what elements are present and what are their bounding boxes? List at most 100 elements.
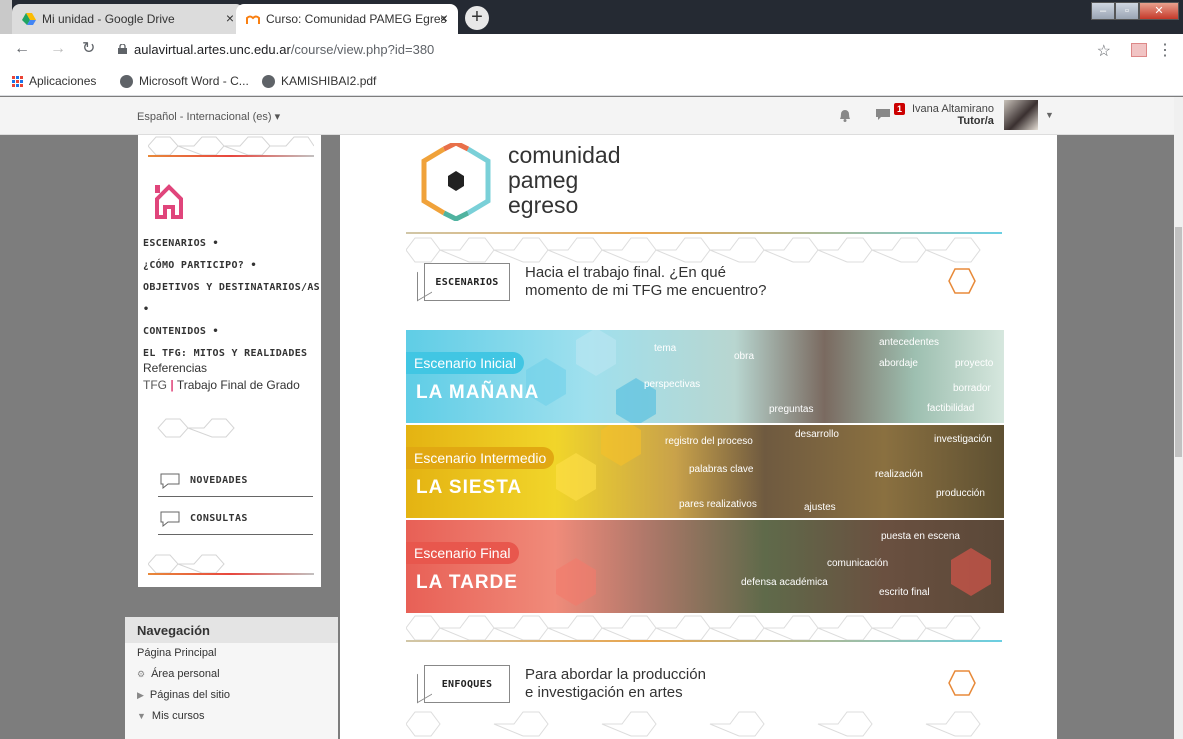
course-main-panel: comunidad pameg egreso ESCENARIOS Hacia … <box>340 135 1057 739</box>
escenarios-description: Hacia el trabajo final. ¿En qué momento … <box>525 264 767 300</box>
menu-kebab-icon[interactable]: ⋮ <box>1157 40 1173 60</box>
escenarios-button[interactable]: ESCENARIOS <box>424 263 510 301</box>
bookmark-apps[interactable]: Aplicaciones <box>12 74 96 88</box>
divider-line <box>406 232 1002 234</box>
moodle-top-bar: Español - Internacional (es) ▾ 1 Ivana A… <box>0 97 1183 135</box>
menu-item-como-participo[interactable]: ¿CÓMO PARTICIPO? • <box>143 255 321 277</box>
novedades-label: NOVEDADES <box>190 475 248 486</box>
avatar[interactable] <box>1004 100 1038 130</box>
banner-title: LA SIESTA <box>416 477 523 498</box>
separator-bar: | <box>170 378 174 392</box>
keyword: escrito final <box>879 587 930 598</box>
extension-icon[interactable] <box>1131 43 1147 57</box>
language-selector[interactable]: Español - Internacional (es) ▾ <box>137 110 280 123</box>
nav-mis-cursos[interactable]: ▼ Mis cursos <box>125 706 338 727</box>
nav-area-personal[interactable]: ⚙ Área personal <box>125 664 338 685</box>
banner-siesta[interactable]: Escenario Intermedio LA SIESTA registro … <box>406 425 1004 518</box>
speech-bubble-icon <box>160 473 180 489</box>
keyword: palabras clave <box>689 464 754 475</box>
logo-line: pameg <box>508 167 579 193</box>
speech-bubble-icon <box>160 511 180 527</box>
novedades-link[interactable]: NOVEDADES <box>158 469 313 497</box>
nav-label: Mis cursos <box>151 710 205 722</box>
keyword: ajustes <box>804 502 836 513</box>
menu-item-objetivos[interactable]: OBJETIVOS Y DESTINATARIOS/AS • <box>143 277 321 321</box>
keyword: comunicación <box>827 558 889 569</box>
hexagon-pattern <box>406 615 981 641</box>
keyword: pares realizativos <box>679 499 757 510</box>
chevron-down-icon[interactable]: ▼ <box>1045 110 1054 120</box>
notification-bell-icon[interactable] <box>838 108 852 122</box>
keyword: desarrollo <box>795 429 839 440</box>
bookmark-star-icon[interactable]: ☆ <box>1097 41 1111 61</box>
divider-line <box>148 553 314 575</box>
bookmark-kamishibai[interactable]: KAMISHIBAI2.pdf <box>262 74 376 88</box>
bookmark-word[interactable]: Microsoft Word - C... <box>120 74 249 88</box>
user-name: Ivana Altamirano <box>912 103 994 115</box>
menu-item-escenarios[interactable]: ESCENARIOS • <box>143 233 321 255</box>
keyword: defensa académica <box>741 577 828 588</box>
close-window-button[interactable]: ✕ <box>1139 2 1179 20</box>
keyword: producción <box>936 488 985 499</box>
bookmark-label: Microsoft Word - C... <box>139 74 249 88</box>
description-line: e investigación en artes <box>525 684 683 701</box>
navigation-block: Navegación Página Principal ⚙ Área person… <box>125 617 338 739</box>
enfoques-button[interactable]: ENFOQUES <box>424 665 510 703</box>
maximize-button[interactable]: ▫ <box>1115 2 1139 20</box>
tfg-definition: Trabajo Final de Grado <box>176 378 300 392</box>
tab-curso-pameg[interactable]: Curso: Comunidad PAMEG Egres × <box>236 4 458 34</box>
hexagon-pattern <box>406 711 981 737</box>
moodle-icon <box>246 15 260 24</box>
hexagon-pattern <box>406 237 981 263</box>
home-icon[interactable] <box>154 183 184 221</box>
close-tab-icon[interactable]: × <box>226 11 234 25</box>
bookmarks-bar: Aplicaciones Microsoft Word - C... KAMIS… <box>0 64 1183 96</box>
nav-label: Páginas del sitio <box>149 689 231 701</box>
divider-line <box>406 640 1002 642</box>
user-menu-name[interactable]: Ivana Altamirano Tutor/a <box>912 103 994 127</box>
minimize-button[interactable]: – <box>1091 2 1115 20</box>
banner-title: LA TARDE <box>416 572 518 593</box>
banner-label: Escenario Inicial <box>406 352 524 374</box>
course-menu-panel: ESCENARIOS • ¿CÓMO PARTICIPO? • OBJETIVO… <box>138 135 321 587</box>
keyword: proyecto <box>955 358 994 369</box>
tab-google-drive[interactable]: Mi unidad - Google Drive × <box>12 4 244 34</box>
hexagon-icon[interactable] <box>948 670 976 696</box>
hexagon-pattern <box>157 418 235 438</box>
enfoques-description: Para abordar la producción e investigaci… <box>525 666 706 702</box>
chevron-right-icon[interactable]: ▶ <box>137 685 144 706</box>
banner-manana[interactable]: Escenario Inicial LA MAÑANA tema obra pe… <box>406 330 1004 423</box>
description-line: Hacia el trabajo final. ¿En qué <box>525 264 726 281</box>
page-scrollbar[interactable] <box>1174 97 1183 739</box>
nav-pagina-principal[interactable]: Página Principal <box>125 643 338 664</box>
menu-item-contenidos[interactable]: CONTENIDOS • <box>143 321 321 343</box>
forward-arrow-icon[interactable]: → <box>50 40 66 58</box>
banner-title: LA MAÑANA <box>416 382 540 403</box>
url-field[interactable]: aulavirtual.artes.unc.edu.ar/course/view… <box>134 42 434 57</box>
keyword: abordaje <box>879 358 918 369</box>
keyword: borrador <box>953 383 991 394</box>
banner-tarde[interactable]: Escenario Final LA TARDE puesta en escen… <box>406 520 1004 613</box>
lock-icon <box>118 44 127 54</box>
banner-label: Escenario Final <box>406 542 519 564</box>
nav-paginas-sitio[interactable]: ▶ Páginas del sitio <box>125 685 338 706</box>
reload-icon[interactable]: ↻ <box>82 40 95 58</box>
scrollbar-thumb[interactable] <box>1175 227 1182 457</box>
nav-label: Área personal <box>151 668 220 680</box>
keyword: realización <box>875 469 923 480</box>
google-drive-icon <box>22 13 36 25</box>
dashboard-icon: ⚙ <box>137 669 146 679</box>
apps-grid-icon <box>12 75 23 87</box>
close-tab-icon[interactable]: × <box>440 11 448 25</box>
references-title: Referencias <box>143 361 208 375</box>
chevron-down-icon[interactable]: ▼ <box>137 706 146 727</box>
hexagon-icon[interactable] <box>948 268 976 294</box>
url-path: /course/view.php?id=380 <box>290 42 435 57</box>
consultas-link[interactable]: CONSULTAS <box>158 507 313 535</box>
new-tab-button[interactable]: + <box>465 6 489 30</box>
bookmark-label: Aplicaciones <box>29 74 97 88</box>
back-arrow-icon[interactable]: ← <box>14 40 30 58</box>
logo-line: egreso <box>508 192 579 218</box>
references: Referencias TFG | Trabajo Final de Grado <box>143 360 300 394</box>
message-icon[interactable] <box>876 109 890 121</box>
